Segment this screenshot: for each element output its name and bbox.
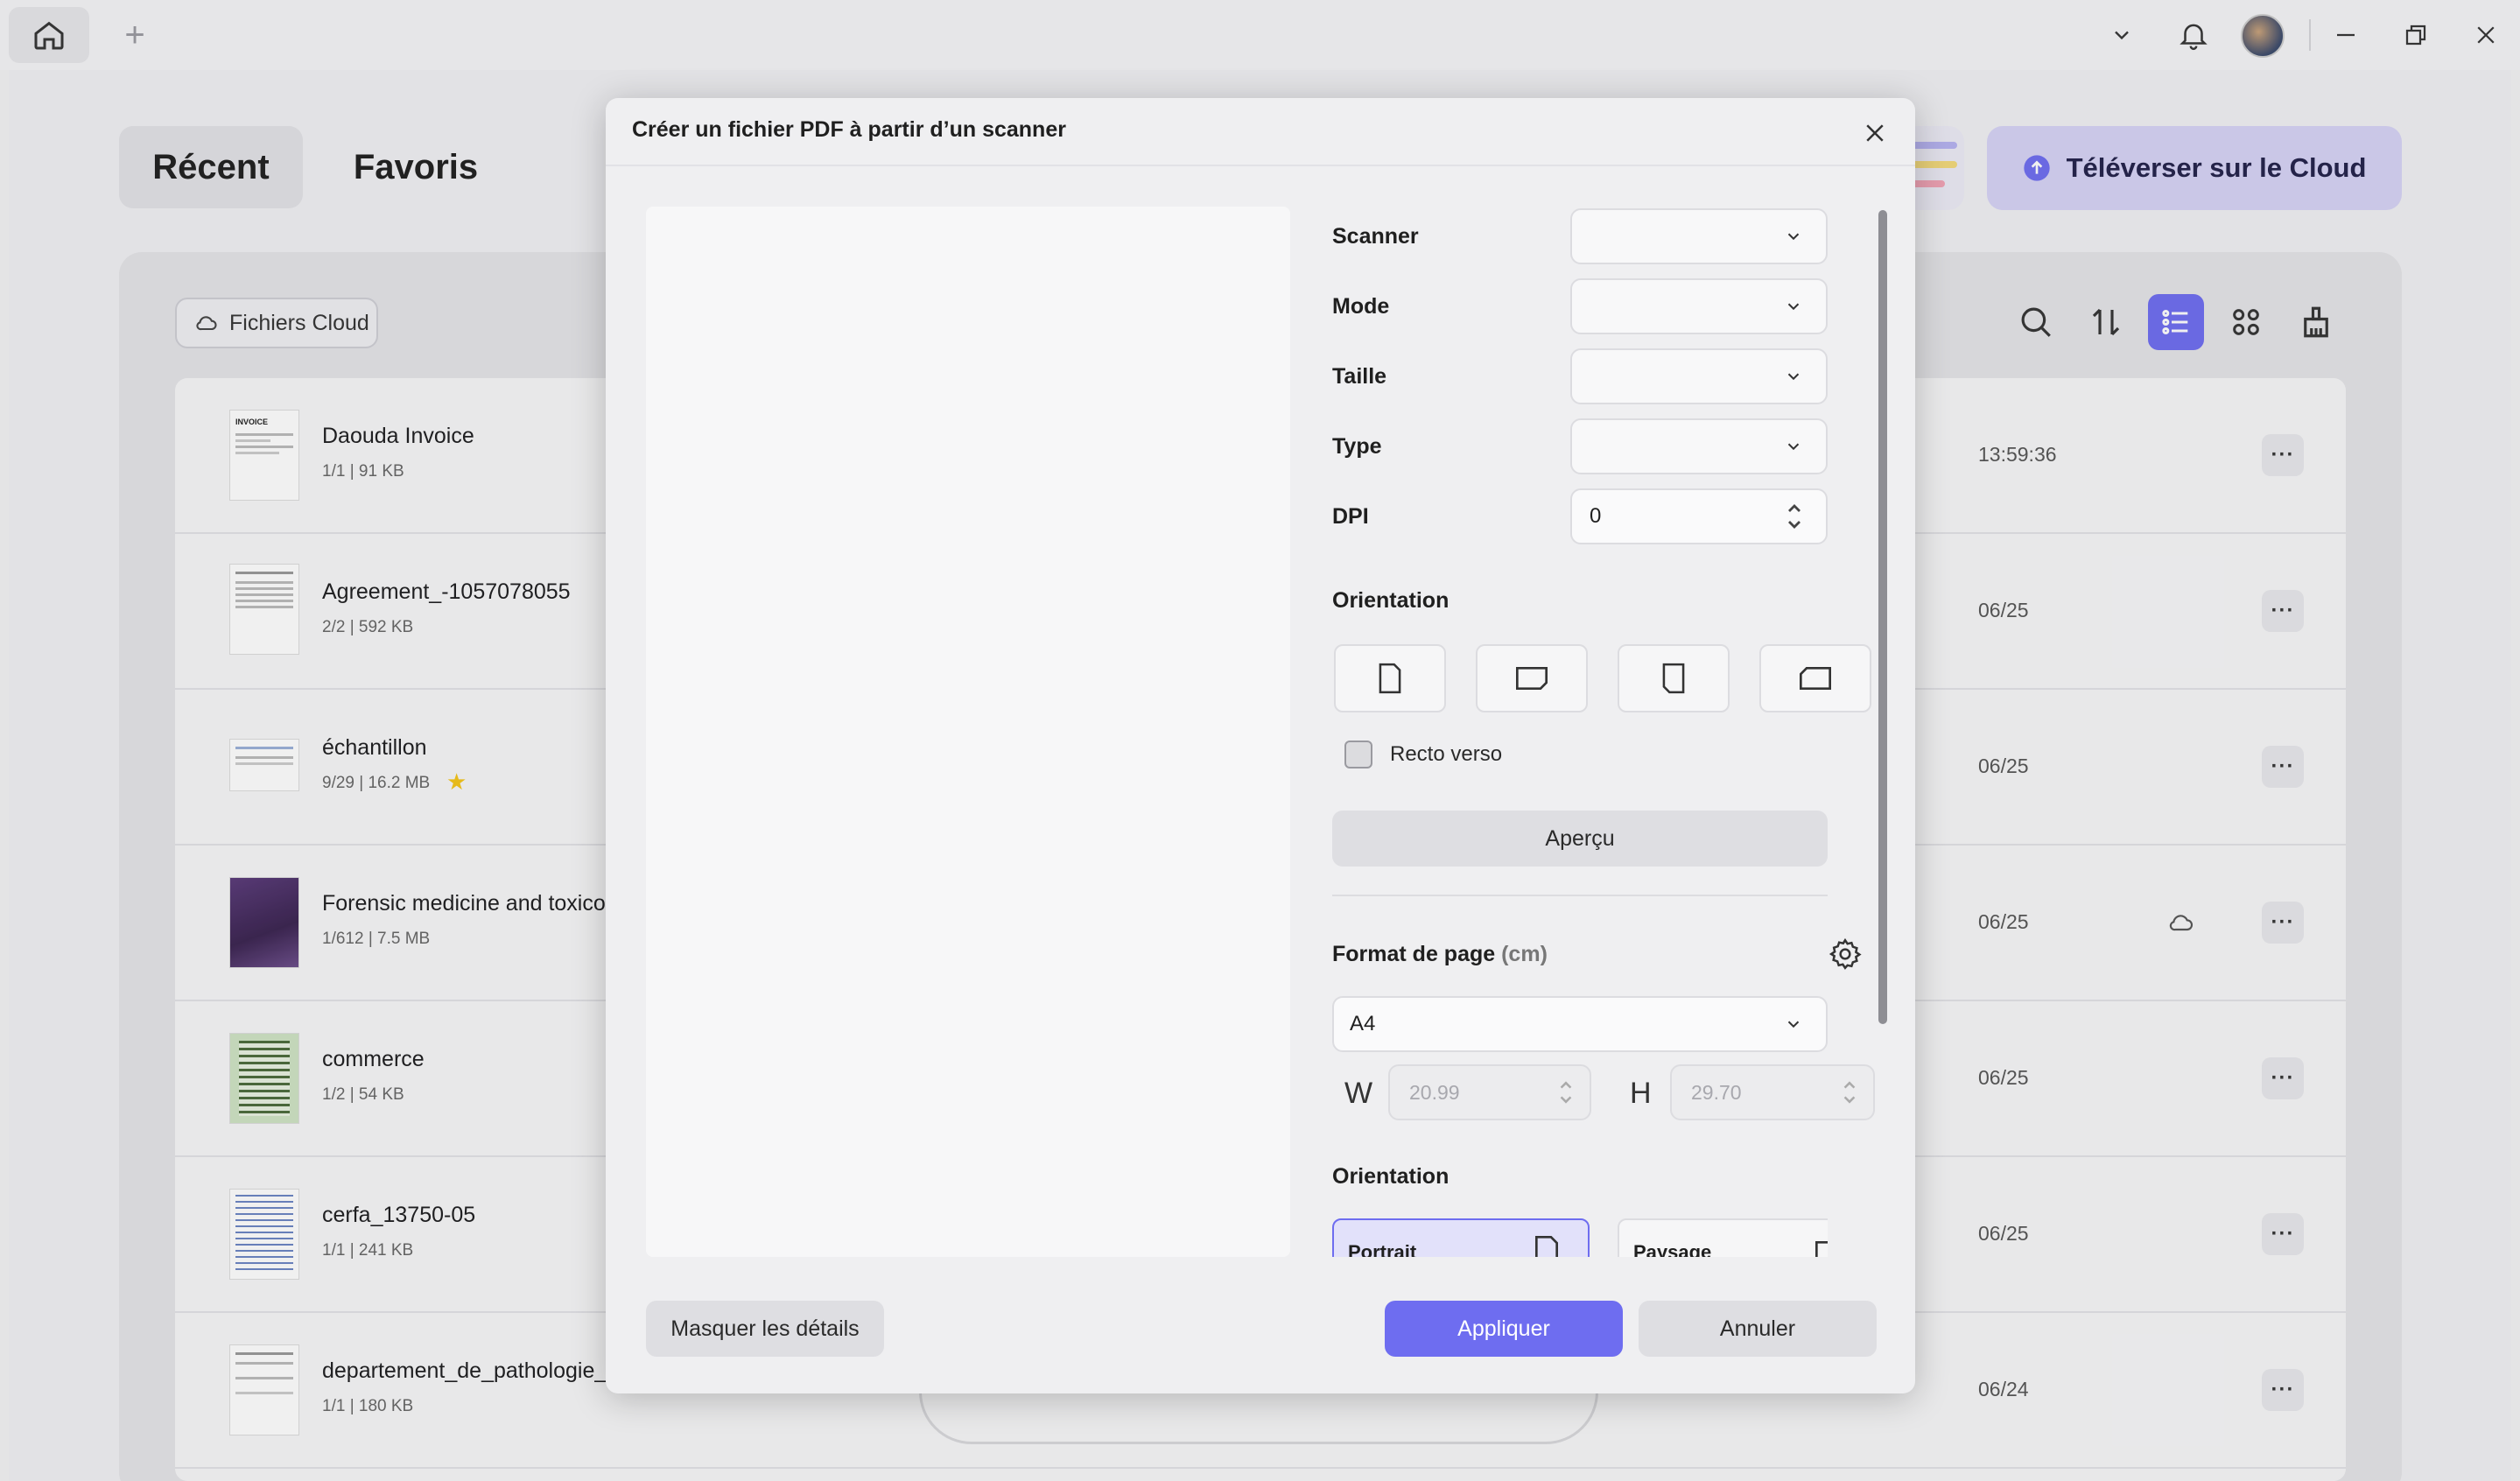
scanner-select[interactable] — [1570, 208, 1828, 264]
landscape-rotated-icon — [1800, 667, 1831, 690]
scan-preview-area — [646, 207, 1290, 1257]
page-orientation-options: Portrait Paysage — [1332, 1218, 1828, 1257]
page-format-unit: (cm) — [1501, 942, 1548, 966]
stepper-arrows-icon[interactable] — [1786, 501, 1803, 532]
divider — [1332, 895, 1828, 896]
page-size-select[interactable]: A4 — [1332, 996, 1828, 1052]
type-label: Type — [1332, 434, 1382, 459]
landscape-option[interactable]: Paysage — [1618, 1218, 1828, 1257]
portrait-page-icon — [1379, 663, 1401, 694]
mode-select[interactable] — [1570, 278, 1828, 334]
preview-button[interactable]: Aperçu — [1332, 811, 1828, 867]
portrait-option[interactable]: Portrait — [1332, 1218, 1590, 1257]
cancel-button[interactable]: Annuler — [1639, 1301, 1877, 1357]
orientation-landscape-rotated-button[interactable] — [1759, 644, 1871, 712]
landscape-label: Paysage — [1633, 1241, 1712, 1257]
size-label: Taille — [1332, 364, 1387, 389]
scrollbar[interactable] — [1878, 210, 1887, 1024]
chevron-down-icon — [1787, 443, 1800, 451]
chevron-down-icon — [1787, 303, 1800, 311]
dpi-label: DPI — [1332, 504, 1369, 529]
page-format-label: Format de page (cm) — [1332, 942, 1548, 967]
portrait-label: Portrait — [1348, 1241, 1417, 1257]
close-icon — [1866, 124, 1884, 142]
dialog-close-button[interactable] — [1852, 110, 1898, 156]
stepper-arrows-icon — [1560, 1081, 1572, 1104]
chevron-down-icon — [1787, 373, 1800, 381]
dialog-title: Créer un fichier PDF à partir d’un scann… — [632, 117, 1066, 142]
height-value: 29.70 — [1691, 1080, 1742, 1104]
duplex-checkbox[interactable] — [1344, 740, 1372, 769]
mode-label: Mode — [1332, 294, 1390, 319]
orientation-label: Orientation — [1332, 588, 1450, 613]
orientation-landscape-button[interactable] — [1476, 644, 1588, 712]
width-input[interactable]: 20.99 — [1388, 1064, 1591, 1120]
page-format-title: Format de page — [1332, 942, 1496, 966]
chevron-down-icon — [1787, 1021, 1800, 1028]
landscape-page-icon — [1516, 667, 1548, 690]
gear-icon — [1829, 937, 1862, 970]
portrait-page-icon — [1535, 1236, 1558, 1257]
width-value: 20.99 — [1409, 1080, 1460, 1104]
orientation-portrait-button[interactable] — [1334, 644, 1446, 712]
divider — [606, 165, 1915, 166]
scanner-dialog: Créer un fichier PDF à partir d’un scann… — [606, 98, 1915, 1393]
height-input[interactable]: 29.70 — [1670, 1064, 1875, 1120]
width-label: W — [1344, 1077, 1373, 1110]
scanner-label: Scanner — [1332, 224, 1419, 249]
size-select[interactable] — [1570, 348, 1828, 404]
landscape-page-icon — [1815, 1241, 1828, 1257]
chevron-down-icon — [1787, 233, 1800, 241]
type-select[interactable] — [1570, 418, 1828, 474]
duplex-label: Recto verso — [1390, 742, 1503, 766]
page-size-value: A4 — [1350, 1012, 1376, 1035]
height-label: H — [1630, 1077, 1652, 1110]
page-format-settings-button[interactable] — [1826, 935, 1864, 973]
dpi-value: 0 — [1590, 504, 1602, 528]
hide-details-button[interactable]: Masquer les détails — [646, 1301, 884, 1357]
apply-button[interactable]: Appliquer — [1385, 1301, 1623, 1357]
portrait-rotated-icon — [1662, 663, 1685, 694]
orientation2-label: Orientation — [1332, 1164, 1450, 1189]
dpi-stepper[interactable]: 0 — [1570, 488, 1828, 544]
orientation-portrait-rotated-button[interactable] — [1618, 644, 1730, 712]
stepper-arrows-icon — [1843, 1081, 1856, 1104]
